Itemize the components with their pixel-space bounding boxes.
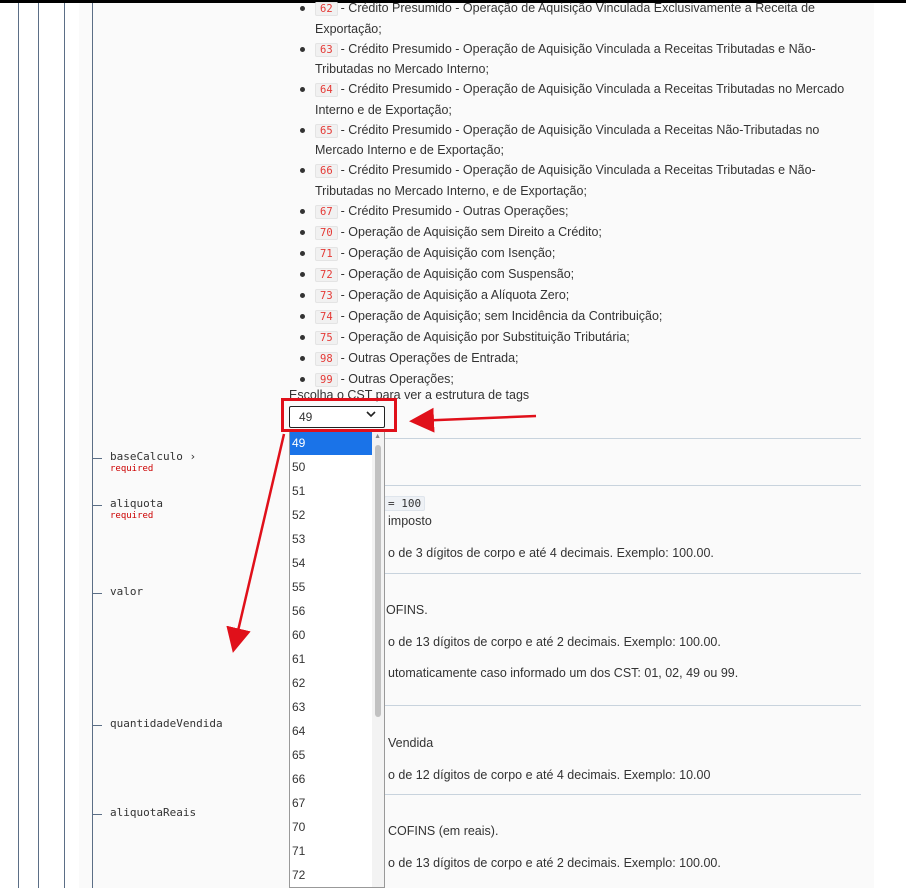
annotation-arrow	[409, 407, 537, 433]
annotation-arrow	[226, 433, 286, 653]
annotation-arrows	[226, 407, 537, 653]
